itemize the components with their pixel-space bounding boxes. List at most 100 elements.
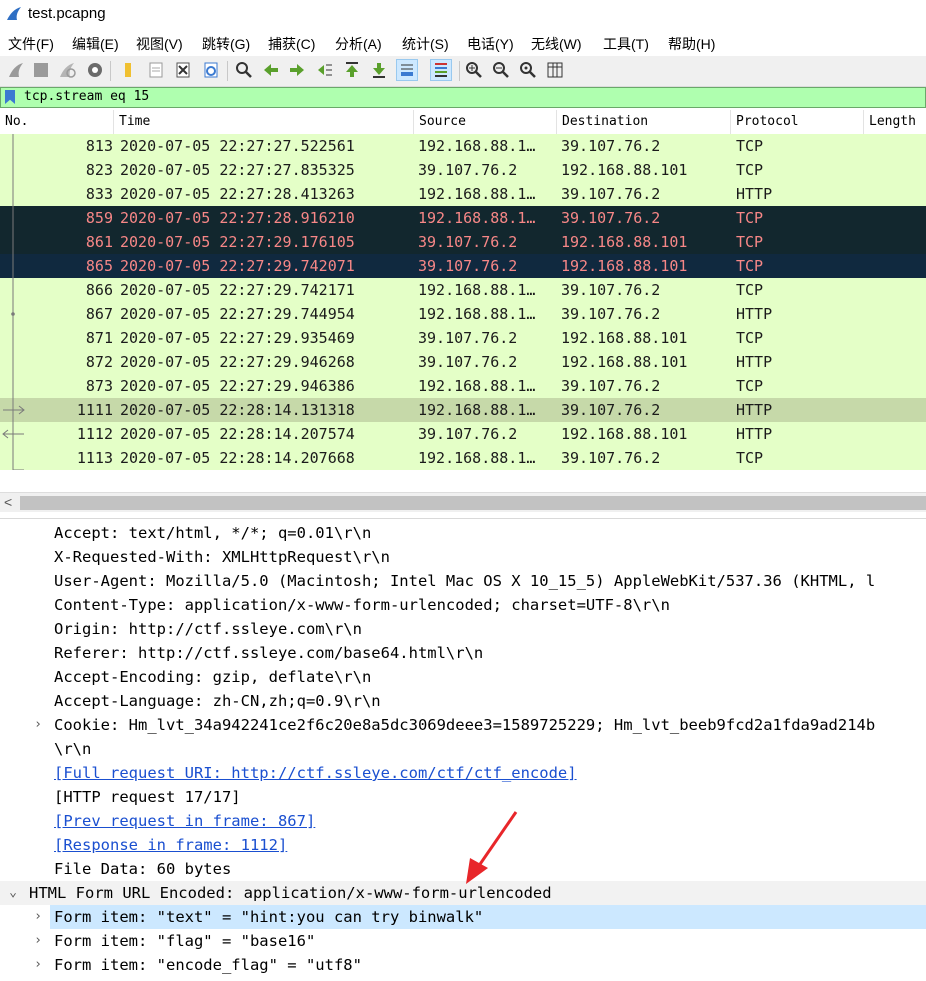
detail-line[interactable]: Accept: text/html, */*; q=0.01\r\n — [0, 521, 926, 545]
detail-link[interactable]: [Full request URI: http://ctf.ssleye.com… — [54, 761, 577, 785]
form-item[interactable]: › Form item: "flag" = "base16" — [0, 929, 926, 953]
form-item[interactable]: › Form item: "encode_flag" = "utf8" — [0, 953, 926, 977]
packet-list[interactable]: No. Time Source Destination Protocol Len… — [0, 110, 926, 492]
menu-item-5[interactable]: 分析(A) — [335, 34, 382, 54]
resize-columns-icon[interactable] — [545, 60, 565, 80]
packet-time: 2020-07-05 22:27:27.522561 — [120, 137, 355, 155]
packet-time: 2020-07-05 22:28:14.131318 — [120, 401, 355, 419]
pane-splitter[interactable] — [0, 512, 926, 519]
detail-line[interactable]: X-Requested-With: XMLHttpRequest\r\n — [0, 545, 926, 569]
packet-source: 39.107.76.2 — [418, 353, 518, 371]
packet-list-horizontal-scrollbar[interactable]: < — [0, 492, 926, 513]
packet-list-header: No. Time Source Destination Protocol Len… — [0, 110, 926, 135]
zoom-out-icon[interactable] — [491, 60, 511, 80]
capture-options-icon[interactable] — [85, 60, 105, 80]
packet-protocol: HTTP — [736, 185, 773, 203]
detail-line[interactable]: › Cookie: Hm_lvt_34a942241ce2f6c20e8a5dc3… — [0, 713, 926, 737]
detail-text: \r\n — [54, 740, 92, 758]
go-to-packet-icon[interactable] — [315, 60, 335, 80]
detail-link[interactable]: [Response in frame: 1112] — [54, 833, 287, 857]
shark-fin-start-icon[interactable] — [6, 60, 26, 80]
menu-item-4[interactable]: 捕获(C) — [268, 34, 315, 54]
column-destination-header[interactable]: Destination — [557, 110, 731, 134]
detail-line[interactable]: \r\n — [0, 737, 926, 761]
detail-line[interactable]: [Full request URI: http://ctf.ssleye.com… — [0, 761, 926, 785]
expand-chevron-icon[interactable]: › — [32, 953, 44, 977]
detail-link[interactable]: [Prev request in frame: 867] — [54, 809, 315, 833]
packet-row[interactable]: 813 2020-07-05 22:27:27.522561 192.168.88.… — [0, 134, 926, 158]
expand-chevron-icon[interactable]: › — [32, 929, 44, 953]
bookmark-icon[interactable] — [5, 90, 15, 104]
restart-capture-icon[interactable] — [57, 60, 77, 80]
find-packet-icon[interactable] — [234, 60, 254, 80]
display-filter-input[interactable]: tcp.stream eq 15 — [24, 89, 149, 104]
detail-text: Cookie: Hm_lvt_34a942241ce2f6c20e8a5dc30… — [54, 716, 876, 734]
packet-time: 2020-07-05 22:27:29.742071 — [120, 257, 355, 275]
column-protocol-header[interactable]: Protocol — [731, 110, 864, 134]
column-time-header[interactable]: Time — [114, 110, 414, 134]
detail-line[interactable]: User-Agent: Mozilla/5.0 (Macintosh; Inte… — [0, 569, 926, 593]
packet-row[interactable]: 833 2020-07-05 22:27:28.413263 192.168.88.… — [0, 182, 926, 206]
detail-text: Origin: http://ctf.ssleye.com\r\n — [54, 620, 362, 638]
menu-item-0[interactable]: 文件(F) — [8, 34, 54, 54]
detail-line[interactable]: Referer: http://ctf.ssleye.com/base64.ht… — [0, 641, 926, 665]
detail-line[interactable]: Content-Type: application/x-www-form-url… — [0, 593, 926, 617]
stop-capture-icon[interactable] — [31, 60, 51, 80]
go-last-icon[interactable] — [369, 60, 389, 80]
detail-line[interactable]: Accept-Language: zh-CN,zh;q=0.9\r\n — [0, 689, 926, 713]
save-file-icon[interactable] — [146, 60, 166, 80]
menu-item-1[interactable]: 编辑(E) — [72, 34, 119, 54]
go-back-icon[interactable] — [261, 60, 281, 80]
expand-chevron-icon[interactable]: › — [32, 713, 44, 737]
detail-text: User-Agent: Mozilla/5.0 (Macintosh; Inte… — [54, 572, 876, 590]
detail-line[interactable]: Accept-Encoding: gzip, deflate\r\n — [0, 665, 926, 689]
detail-text: X-Requested-With: XMLHttpRequest\r\n — [54, 548, 390, 566]
form-item[interactable]: › Form item: "text" = "hint:you can try b… — [0, 905, 926, 929]
packet-protocol: TCP — [736, 161, 764, 179]
zoom-in-icon[interactable] — [464, 60, 484, 80]
menu-item-8[interactable]: 无线(W) — [531, 34, 582, 54]
reload-file-icon[interactable] — [201, 60, 221, 80]
detail-text: Form item: "text" = "hint:you can try bi… — [54, 908, 484, 926]
menu-item-10[interactable]: 帮助(H) — [668, 34, 715, 54]
packet-row[interactable]: 873 2020-07-05 22:27:29.946386 192.168.88.… — [0, 374, 926, 398]
detail-text: Accept-Language: zh-CN,zh;q=0.9\r\n — [54, 692, 381, 710]
expand-chevron-icon[interactable]: › — [32, 905, 44, 929]
colorize-icon[interactable] — [430, 59, 452, 81]
packet-row[interactable]: 859 2020-07-05 22:27:28.916210 192.168.88.… — [0, 206, 926, 230]
column-length-header[interactable]: Length — [864, 110, 926, 134]
close-file-icon[interactable] — [173, 60, 193, 80]
go-first-icon[interactable] — [342, 60, 362, 80]
display-filter-bar[interactable]: tcp.stream eq 15 — [0, 87, 926, 108]
packet-row[interactable]: 866 2020-07-05 22:27:29.742171 192.168.88.… — [0, 278, 926, 302]
packet-protocol: HTTP — [736, 305, 773, 323]
packet-row[interactable]: 865 2020-07-05 22:27:29.742071 39.107.76.2… — [0, 254, 926, 278]
packet-destination: 192.168.88.101 — [561, 353, 688, 371]
autoscroll-icon[interactable] — [396, 59, 418, 81]
menu-item-6[interactable]: 统计(S) — [402, 34, 449, 54]
packet-row[interactable]: 1113 2020-07-05 22:28:14.207668 192.168.88… — [0, 446, 926, 470]
zoom-normal-icon[interactable] — [518, 60, 538, 80]
packet-details-tree[interactable]: Accept: text/html, */*; q=0.01\r\n X-Requ… — [0, 519, 926, 981]
column-source-header[interactable]: Source — [414, 110, 557, 134]
packet-destination: 39.107.76.2 — [561, 449, 661, 467]
packet-row[interactable]: 867 2020-07-05 22:27:29.744954 192.168.88.… — [0, 302, 926, 326]
packet-row[interactable]: 823 2020-07-05 22:27:27.835325 39.107.76.2… — [0, 158, 926, 182]
menu-item-2[interactable]: 视图(V) — [136, 34, 183, 54]
packet-row[interactable]: 861 2020-07-05 22:27:29.176105 39.107.76.2… — [0, 230, 926, 254]
collapse-chevron-icon[interactable]: ⌄ — [7, 881, 19, 905]
detail-line[interactable]: [HTTP request 17/17] — [0, 785, 926, 809]
detail-line[interactable]: Origin: http://ctf.ssleye.com\r\n — [0, 617, 926, 641]
open-file-icon[interactable] — [118, 60, 138, 80]
scrollbar-thumb[interactable] — [20, 496, 926, 510]
packet-row[interactable]: 871 2020-07-05 22:27:29.935469 39.107.76.2… — [0, 326, 926, 350]
packet-row[interactable]: 872 2020-07-05 22:27:29.946268 39.107.76.2… — [0, 350, 926, 374]
packet-row[interactable]: 1111 2020-07-05 22:28:14.131318 192.168.88… — [0, 398, 926, 422]
packet-row[interactable]: 1112 2020-07-05 22:28:14.207574 39.107.76.… — [0, 422, 926, 446]
menu-item-3[interactable]: 跳转(G) — [202, 34, 250, 54]
scroll-left-icon[interactable]: < — [4, 494, 12, 510]
column-no-header[interactable]: No. — [0, 110, 114, 134]
go-forward-icon[interactable] — [287, 60, 307, 80]
menu-item-7[interactable]: 电话(Y) — [467, 34, 514, 54]
menu-item-9[interactable]: 工具(T) — [603, 34, 649, 54]
